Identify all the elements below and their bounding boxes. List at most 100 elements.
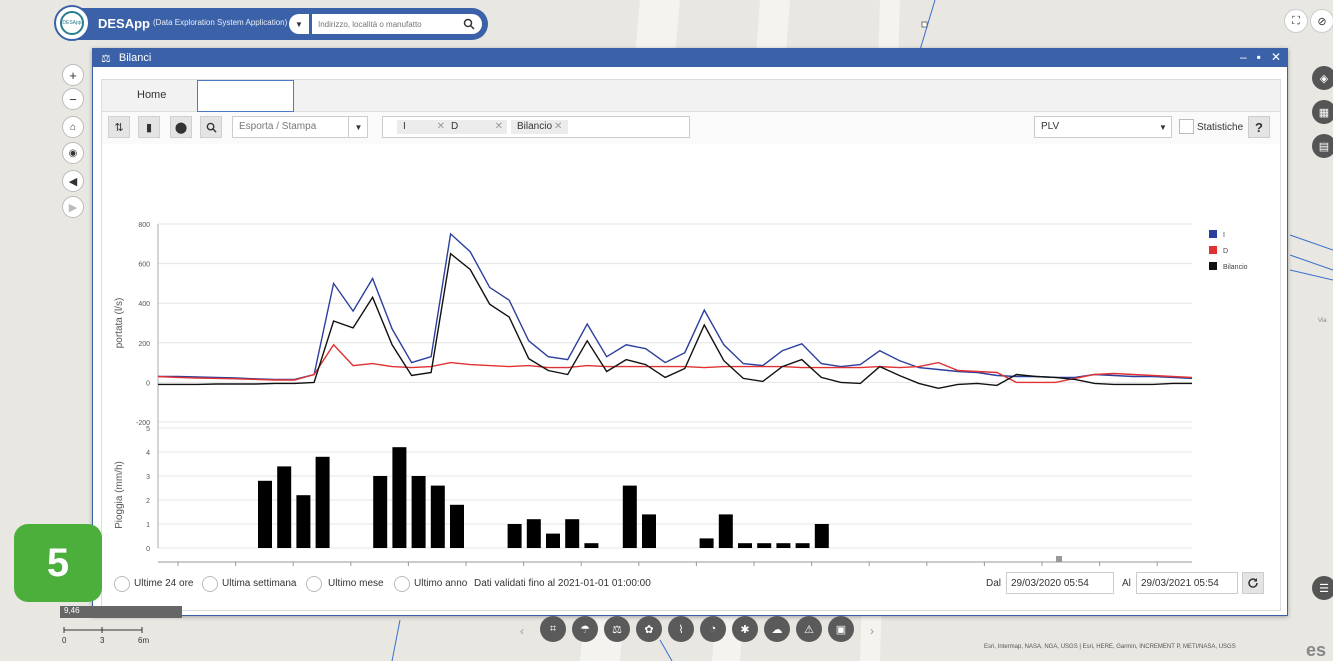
home-button[interactable]: ⌂	[62, 116, 84, 138]
legend-swatch-d	[1209, 246, 1217, 254]
zoom-in-button[interactable]: +	[62, 64, 84, 86]
scale-tick-0: 0	[62, 636, 67, 645]
y-axis-label: Pioggia (mm/h)	[114, 461, 125, 529]
legend-label-d[interactable]: D	[1223, 248, 1228, 255]
rain-bar[interactable]	[622, 485, 637, 548]
y-tick-label: 600	[138, 262, 150, 269]
fullscreen-icon: ⛶	[1292, 14, 1300, 27]
dock-button-gauge[interactable]: ◔	[700, 616, 726, 642]
list-icon: ☰	[1319, 582, 1329, 595]
maximize-icon[interactable]: ▪	[1257, 50, 1261, 64]
radio-ultimo-mese[interactable]	[306, 576, 322, 592]
locate-button[interactable]: ◉	[62, 142, 84, 164]
rain-bar[interactable]	[814, 524, 829, 548]
legend-label-i[interactable]: I	[1223, 232, 1225, 239]
bilanci-window: ⚖ Bilanci – ▪ ✕ Home ⇅ ▮ ⬤ Esporta / Sta…	[92, 48, 1288, 616]
dock-button-warning[interactable]: ⚠	[796, 616, 822, 642]
dock-button-upload[interactable]: ☁	[764, 616, 790, 642]
y-tick-label: 400	[138, 301, 150, 308]
app-subtitle: (Data Exploration System Application)	[153, 18, 288, 27]
target-icon: ◉	[68, 147, 78, 159]
search-type-dropdown[interactable]: ▼	[289, 14, 309, 34]
rain-bar[interactable]	[526, 519, 541, 548]
to-date-input[interactable]	[1136, 572, 1238, 594]
rain-bar[interactable]	[277, 466, 292, 548]
y-tick-label: 0	[146, 546, 150, 553]
zoom-out-button[interactable]: −	[62, 88, 84, 110]
app-logo[interactable]: DESApp	[54, 5, 90, 41]
from-date-input[interactable]	[1006, 572, 1114, 594]
layers-button[interactable]: ◈	[1312, 66, 1333, 90]
rain-bar[interactable]	[757, 543, 772, 548]
rain-bar[interactable]	[546, 533, 560, 548]
chart-area[interactable]: 8006004002000-200portata (l/s)IDBilancio…	[102, 80, 1280, 568]
label-ultima-settimana[interactable]: Ultima settimana	[222, 578, 296, 589]
coordinates-readout: 9,46	[60, 606, 182, 618]
window-title-bar[interactable]: ⚖ Bilanci	[93, 49, 1287, 67]
layers-icon: ◈	[1319, 72, 1329, 85]
series-line-bilancio[interactable]	[158, 252, 1192, 390]
rain-bar[interactable]	[507, 524, 522, 548]
balance-icon: ⚖	[101, 52, 111, 65]
radio-ultimo-anno[interactable]	[394, 576, 410, 592]
y-tick-label: 4	[146, 450, 150, 457]
dock-button-tools[interactable]: ✱	[732, 616, 758, 642]
rain-icon: ☂	[580, 623, 590, 636]
dock-prev-icon[interactable]: ‹	[520, 624, 524, 638]
y-tick-label: 3	[146, 474, 150, 481]
legend-swatch-i	[1209, 230, 1217, 238]
rain-bar[interactable]	[795, 543, 810, 548]
rain-bar[interactable]	[584, 543, 599, 548]
rain-bar[interactable]	[411, 476, 426, 548]
rain-bar[interactable]	[450, 504, 464, 548]
folder-icon: ▣	[835, 623, 847, 636]
print-icon: ▤	[1318, 140, 1330, 153]
minimize-icon[interactable]: –	[1240, 50, 1247, 64]
rain-bar[interactable]	[430, 485, 445, 548]
radio-ultime-24-ore[interactable]	[114, 576, 130, 592]
balance-icon: ⚖	[612, 623, 622, 636]
rain-bar[interactable]	[296, 495, 311, 548]
dock-button-pipe[interactable]: ⌇	[668, 616, 694, 642]
series-line-i[interactable]	[158, 232, 1193, 381]
dock-next-icon[interactable]: ›	[870, 624, 874, 638]
print-button[interactable]: ▤	[1312, 134, 1333, 158]
rain-bar[interactable]	[565, 519, 580, 548]
y-tick-label: 800	[138, 222, 150, 229]
rain-bar[interactable]	[718, 514, 733, 548]
label-ultimo-anno[interactable]: Ultimo anno	[414, 578, 467, 589]
visibility-button[interactable]: ⊘	[1310, 9, 1333, 33]
list-button[interactable]: ☰	[1312, 576, 1333, 600]
label-ultime-24-ore[interactable]: Ultime 24 ore	[134, 578, 193, 589]
tools-icon: ✱	[740, 623, 750, 636]
dock-button-balance[interactable]: ⚖	[604, 616, 630, 642]
rain-bar[interactable]	[373, 476, 388, 548]
map-street-label: Via	[1318, 318, 1327, 324]
dock-button-tap[interactable]: ⌗	[540, 616, 566, 642]
rain-bar[interactable]	[699, 538, 714, 548]
grid-button[interactable]: ▦	[1312, 100, 1333, 124]
step-badge: 5	[14, 524, 102, 602]
fullscreen-button[interactable]: ⛶	[1284, 9, 1308, 33]
legend-label-bilancio[interactable]: Bilancio	[1223, 264, 1248, 271]
rain-bar[interactable]	[642, 514, 656, 548]
search-button[interactable]	[456, 14, 482, 34]
rain-bar[interactable]	[738, 543, 752, 548]
back-button[interactable]: ◀	[62, 170, 84, 192]
arrow-left-icon: ◀	[68, 175, 78, 188]
rain-bar[interactable]	[392, 447, 407, 548]
window-content: Home ⇅ ▮ ⬤ Esporta / Stampa ▼ I ✕ D ✕ Bila…	[101, 79, 1281, 611]
forward-button[interactable]: ▶	[62, 196, 84, 218]
close-icon[interactable]: ✕	[1271, 50, 1281, 64]
search-input[interactable]	[312, 14, 456, 34]
refresh-button[interactable]	[1242, 572, 1264, 594]
dock-button-plant[interactable]: ✿	[636, 616, 662, 642]
radio-ultima-settimana[interactable]	[202, 576, 218, 592]
rain-bar[interactable]	[258, 480, 272, 548]
rain-bar[interactable]	[315, 456, 330, 548]
dock-button-rain[interactable]: ☂	[572, 616, 598, 642]
rain-bar[interactable]	[776, 543, 791, 548]
eye-off-icon: ⊘	[1317, 15, 1327, 28]
label-ultimo-mese[interactable]: Ultimo mese	[328, 578, 384, 589]
dock-button-folder[interactable]: ▣	[828, 616, 854, 642]
